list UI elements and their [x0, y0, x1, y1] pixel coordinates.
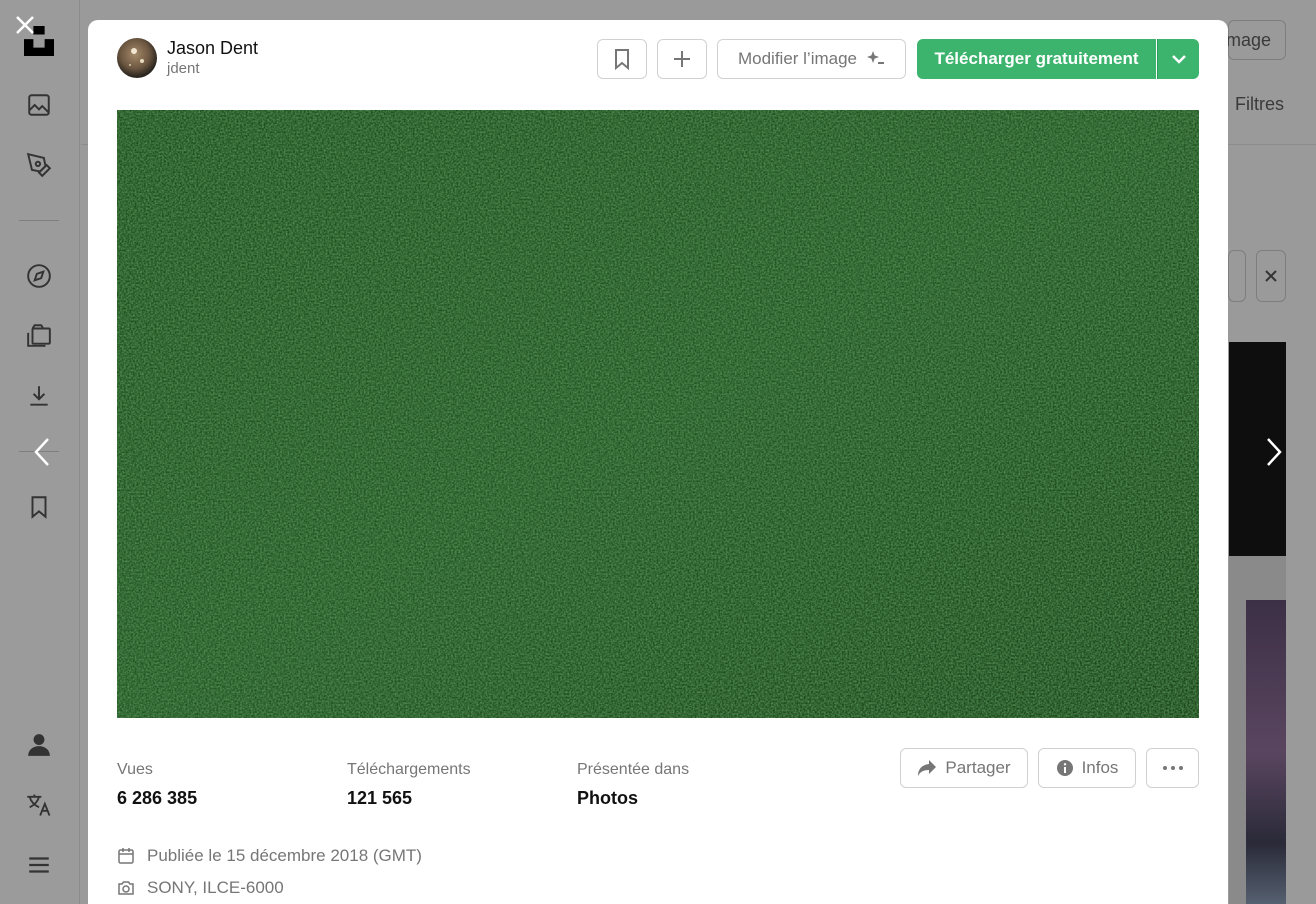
info-label: Infos	[1081, 758, 1119, 777]
bookmark-icon[interactable]	[24, 492, 54, 522]
next-photo-button[interactable]	[1254, 432, 1294, 472]
background-photo-tile	[1246, 600, 1286, 904]
grass-texture-image	[117, 110, 1199, 718]
info-button[interactable]: Infos	[1038, 748, 1136, 788]
add-to-collection-button[interactable]	[657, 39, 707, 79]
chevron-right-icon	[1267, 438, 1282, 466]
background-chip-x	[1256, 250, 1286, 302]
author-handle[interactable]: jdent	[167, 60, 258, 78]
share-label: Partager	[945, 758, 1011, 777]
background-filters-label: Filtres	[1235, 94, 1284, 114]
views-stat: Vues 6 286 385	[117, 760, 197, 810]
downloads-label: Téléchargements	[347, 761, 471, 778]
download-icon[interactable]	[24, 381, 54, 411]
photo-modal: Jason Dent jdent Modifier l’image Téléch…	[88, 20, 1228, 904]
share-button[interactable]: Partager	[900, 748, 1028, 788]
background-image-button: Image	[1221, 20, 1286, 60]
previous-photo-button[interactable]	[22, 432, 62, 472]
camera-info: SONY, ILCE-6000	[117, 878, 284, 898]
pen-icon[interactable]	[24, 150, 54, 180]
featured-in-value[interactable]: Photos	[577, 787, 689, 810]
published-date-text: Publiée le 15 décembre 2018 (GMT)	[147, 846, 422, 865]
views-label: Vues	[117, 761, 153, 778]
featured-in-stat: Présentée dans Photos	[577, 760, 689, 810]
calendar-icon	[118, 848, 134, 864]
info-icon	[1056, 760, 1073, 776]
edit-image-label: Modifier l’image	[737, 49, 858, 68]
camera-info-text[interactable]: SONY, ILCE-6000	[147, 878, 284, 898]
more-options-button[interactable]	[1146, 748, 1199, 788]
download-free-button[interactable]: Télécharger gratuitement	[917, 39, 1156, 79]
more-dots-icon	[1162, 766, 1183, 770]
sidebar-divider	[19, 220, 59, 221]
featured-in-label: Présentée dans	[577, 761, 690, 778]
compass-icon[interactable]	[24, 261, 54, 291]
downloads-value: 121 565	[347, 787, 413, 808]
plus-icon	[674, 51, 690, 67]
close-modal-button[interactable]	[12, 12, 38, 38]
sparkle-icon	[867, 51, 885, 64]
close-icon	[16, 16, 34, 34]
chevron-left-icon	[34, 438, 49, 466]
background-chip	[1228, 250, 1246, 302]
translate-icon[interactable]	[24, 790, 54, 820]
published-date: Publiée le 15 décembre 2018 (GMT)	[117, 846, 422, 866]
share-arrow-icon	[918, 760, 937, 776]
download-options-button[interactable]	[1157, 39, 1199, 79]
downloads-stat: Téléchargements 121 565	[347, 760, 471, 810]
views-value: 6 286 385	[117, 787, 198, 808]
author-info[interactable]: Jason Dent jdent	[117, 38, 258, 78]
edit-image-button[interactable]: Modifier l’image	[717, 39, 906, 79]
collections-icon[interactable]	[24, 320, 54, 350]
avatar[interactable]	[117, 38, 157, 78]
camera-icon	[118, 881, 134, 895]
image-icon[interactable]	[24, 90, 54, 120]
user-icon[interactable]	[24, 730, 54, 760]
bookmark-button[interactable]	[597, 39, 647, 79]
author-name[interactable]: Jason Dent	[167, 38, 258, 60]
chevron-down-icon	[1171, 55, 1186, 64]
main-photo[interactable]	[117, 110, 1199, 718]
bookmark-icon	[615, 49, 629, 70]
menu-icon[interactable]	[24, 850, 54, 880]
